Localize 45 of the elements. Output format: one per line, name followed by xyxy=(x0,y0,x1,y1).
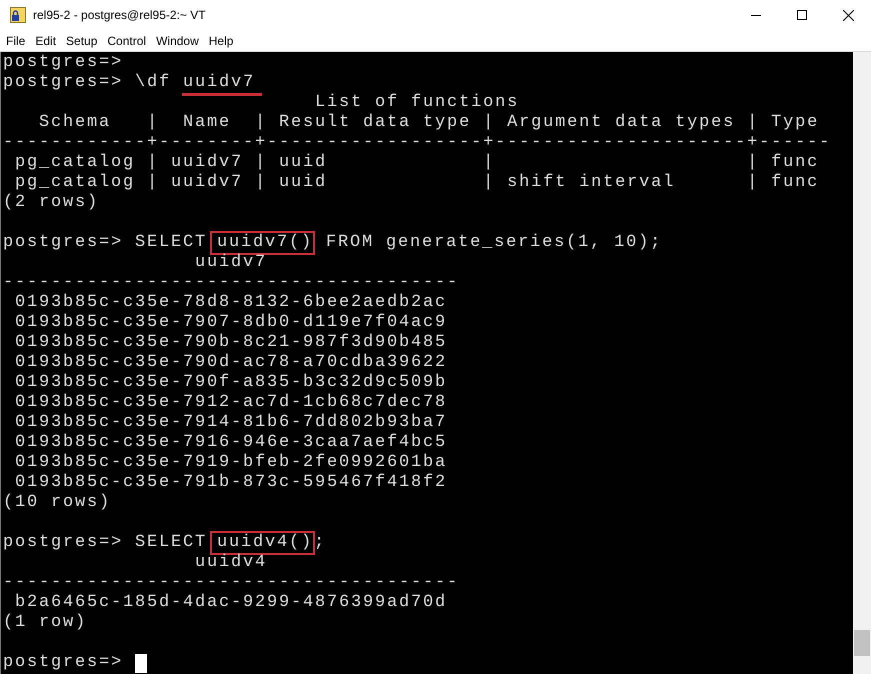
boxed-text: uuidv7() xyxy=(210,231,316,255)
terminal-text: ; xyxy=(314,533,326,553)
close-icon xyxy=(842,10,854,20)
menu-item[interactable]: Edit xyxy=(30,32,62,50)
terminal-text: postgres=> SELECT xyxy=(3,533,208,553)
underlined-text: uuidv7 xyxy=(182,73,262,96)
terminal-text: FROM generate_series(1, 10); xyxy=(325,233,662,253)
terminal-line: b2a6465c-185d-4dac-9299-4876399ad70d xyxy=(14,593,448,613)
menu-item[interactable]: File xyxy=(1,32,30,50)
scroll-thumb[interactable] xyxy=(854,630,870,656)
terminal-text: postgres=> SELECT xyxy=(3,233,208,253)
terminal-line: ------------+--------+------------------+---------------------+------ xyxy=(3,133,832,153)
boxed-text: uuidv4() xyxy=(210,531,316,555)
menu-item[interactable]: Setup xyxy=(61,32,102,50)
terminal-line: 0193b85c-c35e-7907-8db0-d119e7f04ac9 xyxy=(14,313,448,333)
terminal-line: (2 rows) xyxy=(3,193,100,213)
terminal-line: 0193b85c-c35e-790d-ac78-a70cdba39622 xyxy=(14,353,448,373)
terminal-line: 0193b85c-c35e-7916-946e-3caa7aef4bc5 xyxy=(14,433,448,453)
terminal-line: postgres=> xyxy=(3,653,124,673)
terminal-line: 0193b85c-c35e-7912-ac7d-1cb68c7dec78 xyxy=(14,393,448,413)
terminal-line: uuidv7 xyxy=(194,253,268,273)
menu-item[interactable]: Control xyxy=(102,32,152,50)
scrollbar[interactable] xyxy=(853,52,871,674)
terminal-line: (10 rows) xyxy=(3,493,112,513)
terminal-line: pg_catalog | uuidv7 | uuid | | func xyxy=(14,153,820,173)
terminal-line: 0193b85c-c35e-7914-81b6-7dd802b93ba7 xyxy=(14,413,448,433)
terminal-line: 0193b85c-c35e-7919-bfeb-2fe0992601ba xyxy=(14,453,448,473)
menu-item[interactable]: Window xyxy=(151,32,204,50)
window-title: rel95-2 - postgres@rel95-2:~ VT xyxy=(33,8,207,22)
terminal-line: List of functions xyxy=(314,93,520,113)
terminal-line: -------------------------------------- xyxy=(3,573,460,593)
terminal-line: 0193b85c-c35e-790f-a835-b3c32d9c509b xyxy=(14,373,448,393)
terminal-line: 0193b85c-c35e-791b-873c-595467f418f2 xyxy=(14,473,448,493)
maximize-icon xyxy=(797,10,807,20)
terminal-text: postgres=> \df xyxy=(3,73,172,93)
terminal-line: (1 row) xyxy=(3,613,88,633)
terminal-line: 0193b85c-c35e-790b-8c21-987f3d90b485 xyxy=(14,333,448,353)
menu-item[interactable]: Help xyxy=(204,32,238,50)
app-icon xyxy=(10,7,26,23)
terminal-line: uuidv4 xyxy=(194,553,268,573)
terminal-line: 0193b85c-c35e-78d8-8132-6bee2aedb2ac xyxy=(14,293,448,313)
terminal-line: postgres=> xyxy=(3,53,124,73)
terminal-line: Schema | Name | Result data type | Argument data types | Type xyxy=(38,113,820,133)
terminal-line: -------------------------------------- xyxy=(3,273,460,293)
terminal-line: pg_catalog | uuidv7 | uuid | shift interval | func xyxy=(14,173,820,193)
